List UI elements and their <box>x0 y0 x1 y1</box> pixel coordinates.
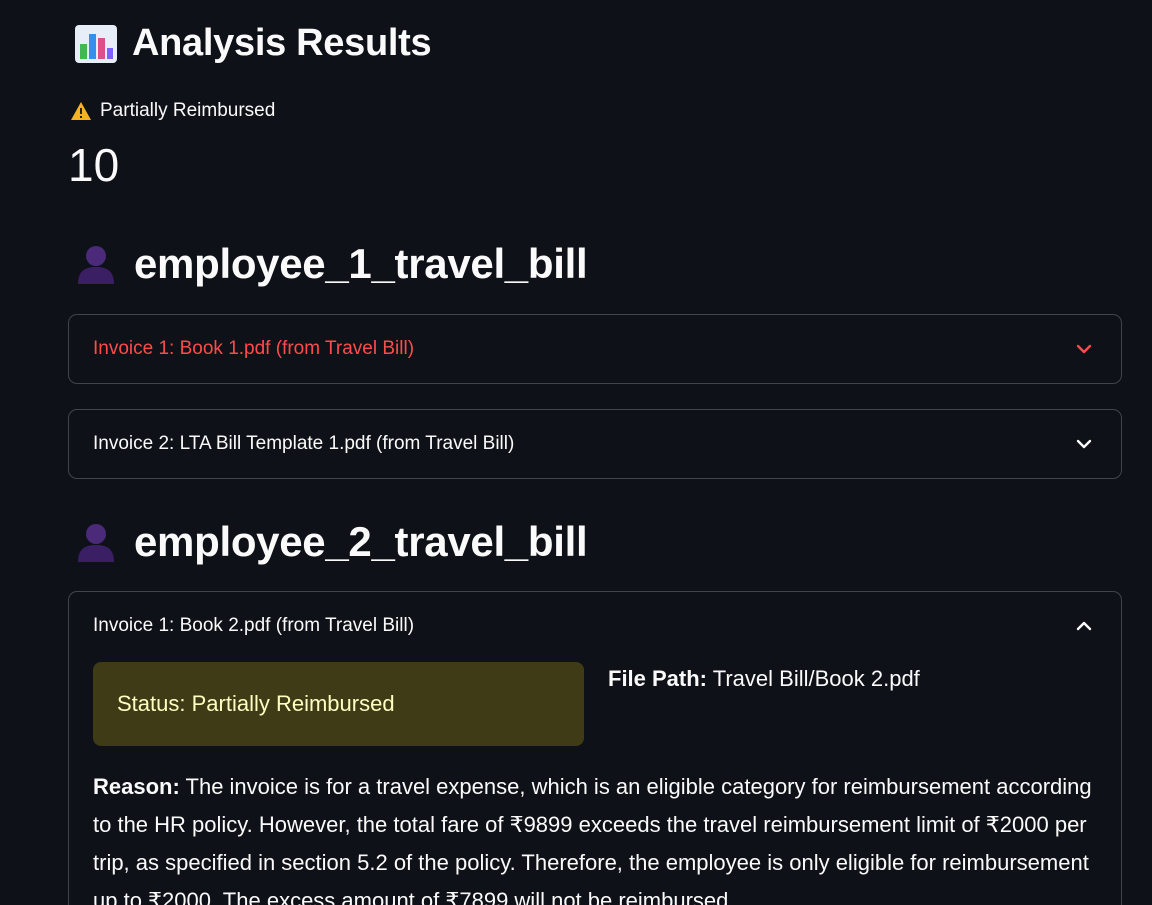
expander-label: Invoice 2: LTA Bill Template 1.pdf (from… <box>93 433 515 454</box>
employee-heading: employee_1_travel_bill <box>74 240 588 288</box>
page-header: Analysis Results <box>74 22 432 65</box>
file-path-label: File Path: <box>608 666 708 691</box>
expander-label: Invoice 1: Book 2.pdf (from Travel Bill) <box>93 615 415 636</box>
reason: Reason: The invoice is for a travel expe… <box>93 768 1093 905</box>
bar-chart-icon <box>75 24 117 63</box>
invoice-expander[interactable]: Invoice 1: Book 1.pdf (from Travel Bill) <box>68 314 1122 384</box>
employee-heading: employee_2_travel_bill <box>74 518 588 566</box>
employee-name: employee_1_travel_bill <box>134 240 588 287</box>
status-alert: Status: Partially Reimbursed <box>93 662 584 746</box>
invoice-expander[interactable]: Invoice 2: LTA Bill Template 1.pdf (from… <box>68 409 1122 479</box>
expander-label: Invoice 1: Book 1.pdf (from Travel Bill) <box>93 338 415 359</box>
reason-label: Reason: <box>93 774 180 799</box>
expander-header[interactable]: Invoice 2: LTA Bill Template 1.pdf (from… <box>69 410 1121 478</box>
reason-text: The invoice is for a travel expense, whi… <box>93 774 1092 905</box>
status-text: Status: Partially Reimbursed <box>117 691 395 716</box>
metric-label-text: Partially Reimbursed <box>100 100 276 121</box>
person-icon <box>78 246 114 284</box>
employee-name: employee_2_travel_bill <box>134 518 588 565</box>
person-icon <box>78 524 114 562</box>
chevron-down-icon[interactable] <box>1075 340 1093 358</box>
metric-label: Partially Reimbursed <box>70 100 275 122</box>
chevron-down-icon[interactable] <box>1075 435 1093 453</box>
expander-header[interactable]: Invoice 1: Book 1.pdf (from Travel Bill) <box>69 315 1121 383</box>
metric-value: 10 <box>68 139 120 191</box>
page: Analysis Results Partially Reimbursed 10… <box>0 0 1152 905</box>
warning-icon <box>71 102 91 120</box>
file-path: File Path: Travel Bill/Book 2.pdf <box>608 666 920 692</box>
chevron-up-icon[interactable] <box>1075 617 1093 635</box>
file-path-value: Travel Bill/Book 2.pdf <box>712 666 920 691</box>
expander-header[interactable]: Invoice 1: Book 2.pdf (from Travel Bill) <box>69 592 1121 660</box>
invoice-expander-open[interactable]: Invoice 1: Book 2.pdf (from Travel Bill)… <box>68 591 1122 905</box>
page-title: Analysis Results <box>132 22 432 64</box>
